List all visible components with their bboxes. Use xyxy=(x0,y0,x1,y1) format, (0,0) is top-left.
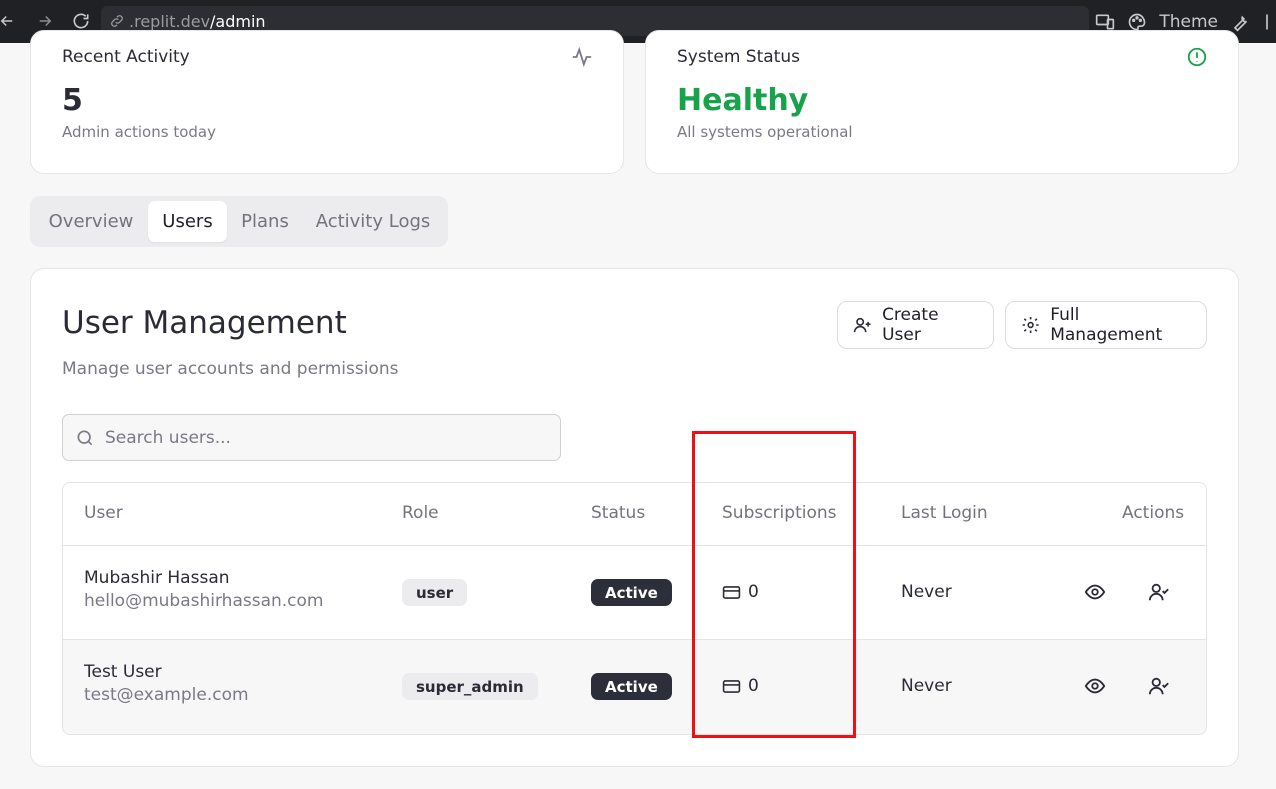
status-badge: Active xyxy=(591,579,672,606)
tab-users[interactable]: Users xyxy=(148,201,227,242)
last-login: Never xyxy=(901,676,952,696)
table-row: Mubashir Hassan hello@mubashirhassan.com… xyxy=(63,546,1206,640)
recent-activity-label: Recent Activity xyxy=(62,47,190,67)
last-login: Never xyxy=(901,582,952,602)
user-plus-icon xyxy=(853,317,871,333)
palette-button[interactable] xyxy=(1127,12,1147,32)
role-badge: super_admin xyxy=(402,673,538,700)
admin-tabs: Overview Users Plans Activity Logs xyxy=(30,196,448,247)
reload-icon xyxy=(73,13,89,29)
arrow-right-icon xyxy=(39,15,52,27)
overflow-button[interactable] xyxy=(1262,12,1272,32)
palette-icon xyxy=(1129,13,1146,30)
user-check-icon[interactable] xyxy=(1148,675,1170,697)
header-user: User xyxy=(84,503,123,523)
header-role: Role xyxy=(402,503,439,523)
tab-plans[interactable]: Plans xyxy=(230,201,300,242)
eye-icon[interactable] xyxy=(1084,581,1106,603)
annotation-highlight-box xyxy=(692,431,856,738)
search-input[interactable] xyxy=(105,427,545,448)
gear-icon xyxy=(1022,316,1039,334)
user-cell: Test User test@example.com xyxy=(84,662,249,705)
search-icon xyxy=(77,430,93,445)
system-status-value: Healthy xyxy=(677,83,809,118)
page-subtitle: Manage user accounts and permissions xyxy=(62,359,399,379)
header-last-login: Last Login xyxy=(901,503,988,523)
theme-button[interactable]: Theme xyxy=(1159,12,1218,32)
status-ok-icon xyxy=(1187,47,1207,67)
devices-icon xyxy=(1096,14,1115,29)
status-badge: Active xyxy=(591,673,672,700)
system-status-card: System Status Healthy All systems operat… xyxy=(645,30,1239,174)
create-user-button[interactable]: Create User xyxy=(837,301,994,349)
tools-button[interactable] xyxy=(1230,12,1250,32)
user-management-panel: User Management Manage user accounts and… xyxy=(30,268,1239,767)
arrow-left-icon xyxy=(0,15,13,27)
system-status-sub: All systems operational xyxy=(677,123,853,141)
recent-activity-sub: Admin actions today xyxy=(62,123,216,141)
header-actions: Actions xyxy=(1122,503,1185,523)
system-status-label: System Status xyxy=(677,47,800,67)
user-email: hello@mubashirhassan.com xyxy=(84,591,324,611)
recent-activity-card: Recent Activity 5 Admin actions today xyxy=(30,30,624,174)
link-icon xyxy=(111,15,123,27)
full-management-button[interactable]: Full Management xyxy=(1005,301,1207,349)
tab-activity-logs[interactable]: Activity Logs xyxy=(306,201,440,242)
devices-button[interactable] xyxy=(1095,12,1115,32)
search-box xyxy=(62,414,561,461)
full-management-label: Full Management xyxy=(1050,305,1163,345)
back-button[interactable] xyxy=(0,9,18,33)
user-email: test@example.com xyxy=(84,685,249,705)
page-title: User Management xyxy=(62,305,347,341)
users-table: User Role Status Subscriptions Last Logi… xyxy=(62,482,1207,735)
user-name: Mubashir Hassan xyxy=(84,568,230,588)
tab-overview[interactable]: Overview xyxy=(36,201,146,242)
user-cell: Mubashir Hassan hello@mubashirhassan.com xyxy=(84,568,323,611)
url-host: .replit.dev xyxy=(129,11,211,31)
wrench-icon xyxy=(1233,15,1248,32)
bar-icon xyxy=(1266,14,1268,29)
user-name: Test User xyxy=(84,662,162,682)
table-row: Test User test@example.com super_admin A… xyxy=(63,640,1206,734)
recent-activity-value: 5 xyxy=(62,83,83,118)
header-status: Status xyxy=(591,503,646,523)
role-badge: user xyxy=(402,579,468,606)
url-path: /admin xyxy=(210,11,266,31)
table-header: User Role Status Subscriptions Last Logi… xyxy=(63,483,1206,546)
create-user-label: Create User xyxy=(882,305,939,345)
activity-icon xyxy=(572,46,592,68)
eye-icon[interactable] xyxy=(1084,675,1106,697)
user-check-icon[interactable] xyxy=(1148,581,1170,603)
